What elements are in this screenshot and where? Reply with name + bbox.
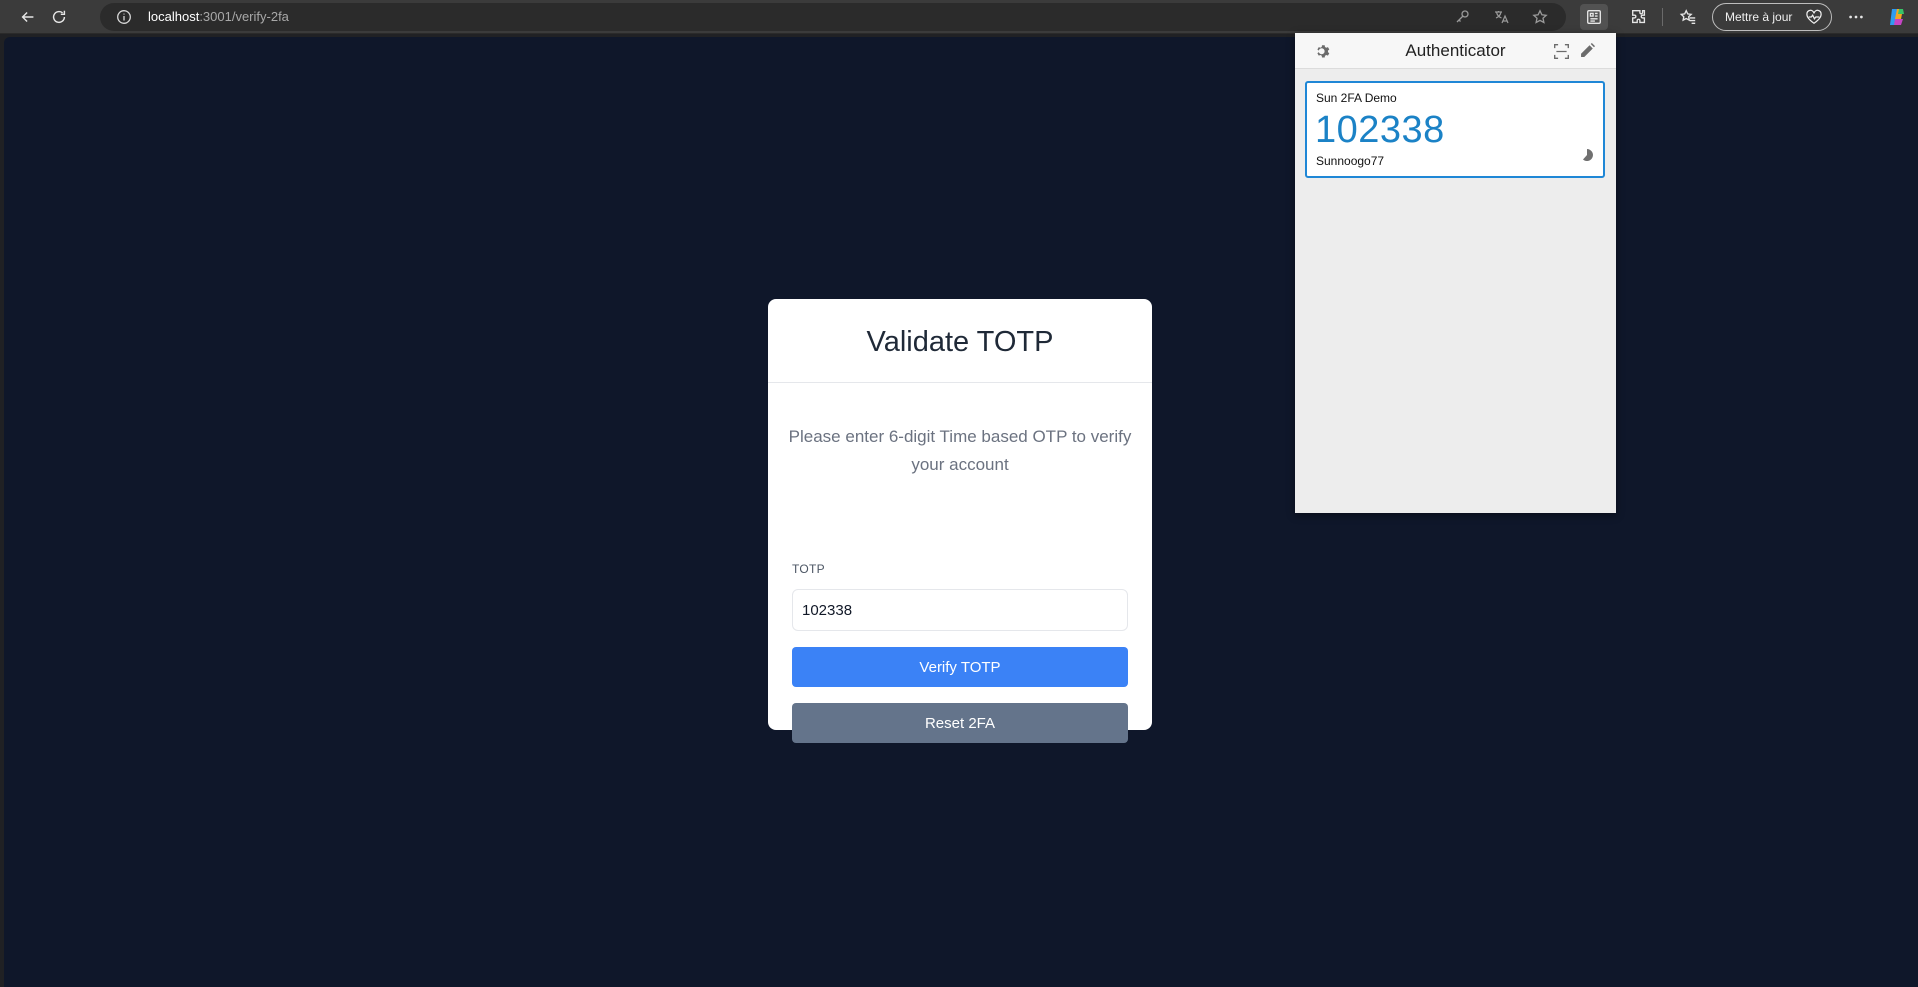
authenticator-popup: Authenticator Sun 2FA Demo 102338 Sunnoo… xyxy=(1295,33,1616,513)
page-viewport: Validate TOTP Please enter 6-digit Time … xyxy=(4,37,1918,987)
url-text[interactable]: localhost:3001/verify-2fa xyxy=(148,3,289,31)
entry-account: Sunnoogo77 xyxy=(1316,154,1385,168)
extensions-icon xyxy=(1632,10,1646,24)
reset-2fa-button[interactable]: Reset 2FA xyxy=(792,703,1128,743)
back-icon xyxy=(21,11,34,23)
extensions-button[interactable] xyxy=(1625,4,1653,30)
authenticator-extension-icon xyxy=(1587,10,1601,24)
refresh-icon xyxy=(52,10,66,24)
update-button[interactable]: Mettre à jour xyxy=(1712,3,1832,31)
favorite-star-icon[interactable] xyxy=(1532,9,1548,25)
totp-label: TOTP xyxy=(792,562,825,576)
verify-totp-button[interactable]: Verify TOTP xyxy=(792,647,1128,687)
browser-toolbar: localhost:3001/verify-2fa Mettre à jour xyxy=(0,0,1918,34)
countdown-timer-icon xyxy=(1583,149,1593,161)
back-button[interactable] xyxy=(14,4,42,30)
url-host: localhost xyxy=(148,9,200,24)
refresh-button[interactable] xyxy=(45,4,73,30)
toolbar-separator xyxy=(1662,8,1663,26)
pencil-icon[interactable] xyxy=(1578,43,1595,60)
entry-code[interactable]: 102338 xyxy=(1315,109,1445,152)
copilot-icon[interactable] xyxy=(1886,6,1908,28)
instruction-text: Please enter 6-digit Time based OTP to v… xyxy=(788,427,1132,474)
authenticator-header: Authenticator xyxy=(1295,33,1616,69)
verify-card: Validate TOTP Please enter 6-digit Time … xyxy=(768,299,1152,743)
url-path: :3001/verify-2fa xyxy=(199,9,289,24)
update-button-label: Mettre à jour xyxy=(1725,10,1793,24)
page-title: Validate TOTP xyxy=(768,299,1152,383)
entry-issuer: Sun 2FA Demo xyxy=(1316,91,1397,105)
heart-pulse-icon xyxy=(1806,9,1822,24)
key-icon[interactable] xyxy=(1454,9,1470,25)
more-button[interactable] xyxy=(1842,4,1870,30)
info-icon[interactable] xyxy=(116,9,132,25)
totp-input[interactable] xyxy=(792,589,1128,631)
scan-qr-icon[interactable] xyxy=(1553,43,1570,60)
favorites-button[interactable] xyxy=(1674,4,1702,30)
more-icon xyxy=(1849,15,1863,19)
translate-icon[interactable] xyxy=(1493,9,1509,25)
authenticator-extension-button[interactable] xyxy=(1580,4,1608,30)
favorites-icon xyxy=(1679,9,1696,24)
address-bar[interactable]: localhost:3001/verify-2fa xyxy=(100,3,1566,31)
authenticator-entry[interactable]: Sun 2FA Demo 102338 Sunnoogo77 xyxy=(1305,81,1605,178)
